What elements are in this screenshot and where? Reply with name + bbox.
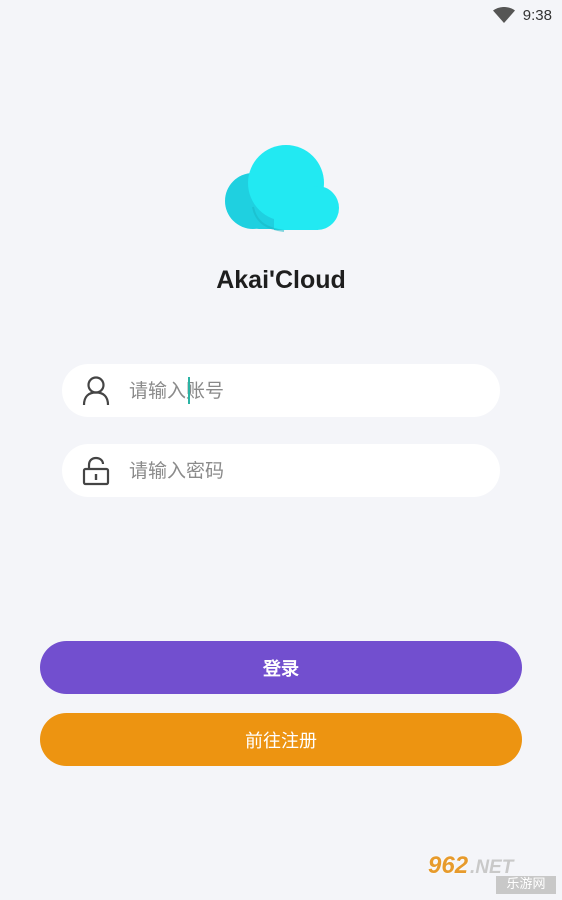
watermark-subtitle: 乐游网 (496, 876, 556, 894)
cloud-icon (225, 145, 339, 232)
login-button[interactable]: 登录 (40, 641, 522, 694)
app-title: Akai'Cloud (216, 266, 346, 294)
wifi-icon (492, 7, 515, 23)
username-input[interactable] (127, 369, 461, 412)
password-input[interactable] (127, 449, 461, 492)
watermark-number: 962 (428, 852, 469, 879)
password-field[interactable] (62, 444, 500, 497)
username-field[interactable] (62, 364, 500, 417)
status-bar: 9:38 (0, 0, 562, 30)
text-caret (188, 377, 190, 404)
user-icon (82, 375, 110, 405)
lock-icon (82, 456, 110, 485)
status-time: 9:38 (522, 6, 552, 24)
watermark-logo: 962 .NET 乐游网 (428, 852, 556, 894)
register-button[interactable]: 前往注册 (40, 713, 522, 766)
